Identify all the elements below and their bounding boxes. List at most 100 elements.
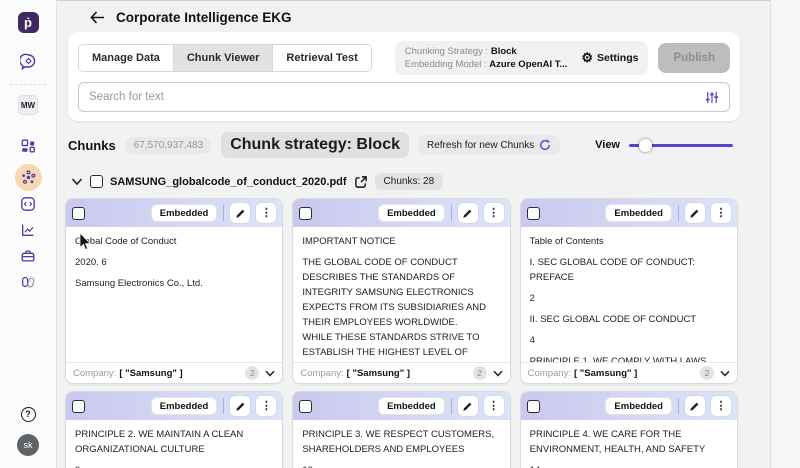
cards-grid: Embedded ⋮ Global Code of Conduct2020. 6…: [65, 198, 738, 468]
edit-chunk-button[interactable]: [230, 396, 250, 416]
pencil-icon: [689, 401, 700, 412]
toolbar-right-group: Chunking Strategy : Block Embedding Mode…: [395, 41, 730, 75]
help-button[interactable]: ?: [15, 401, 41, 427]
chunk-card: Embedded ⋮ PRINCIPLE 3. WE RESPECT CUSTO…: [292, 391, 510, 468]
embedding-model-value: Azure OpenAI T...: [489, 59, 567, 70]
chunk-facets-footer[interactable]: Company: [ "Samsung" ] 2: [293, 362, 509, 383]
edit-chunk-button[interactable]: [458, 396, 478, 416]
chunk-card: Embedded ⋮ PRINCIPLE 2. WE MAINTAIN A CL…: [65, 391, 283, 468]
chunk-text: Global Code of Conduct2020. 6Samsung Ele…: [66, 227, 282, 362]
embedded-badge: Embedded: [151, 397, 218, 415]
back-button[interactable]: [90, 11, 105, 24]
more-options-button[interactable]: ⋮: [256, 396, 276, 416]
chunks-count-pill: 67,570,937,483: [125, 137, 213, 154]
more-options-button[interactable]: ⋮: [711, 396, 731, 416]
chunk-card: Embedded ⋮ Table of ContentsI. SEC GLOBA…: [520, 198, 738, 384]
embedded-badge: Embedded: [378, 204, 445, 222]
chunk-facets-footer[interactable]: Company: [ "Samsung" ] 2: [521, 362, 737, 383]
toolbar-row: Manage DataChunk ViewerRetrieval Test Ch…: [78, 39, 730, 76]
more-options-button[interactable]: ⋮: [484, 203, 504, 223]
assistant-chat-icon[interactable]: [15, 48, 41, 74]
footer-expand-button[interactable]: [493, 370, 503, 377]
chunk-checkbox[interactable]: [527, 207, 540, 220]
chunking-strategy-line: Chunking Strategy : Block: [405, 45, 568, 58]
file-row: SAMSUNG_globalcode_of_conduct_2020.pdf C…: [71, 173, 740, 190]
file-checkbox[interactable]: [90, 175, 103, 188]
open-file-button[interactable]: [354, 175, 368, 189]
sidebar-item-code[interactable]: [15, 191, 41, 217]
facet-value: [ "Samsung" ]: [574, 368, 637, 379]
chunk-checkbox[interactable]: [299, 400, 312, 413]
file-collapse-button[interactable]: [71, 177, 83, 186]
chunk-text: PRINCIPLE 4. WE CARE FOR THE ENVIRONMENT…: [521, 420, 737, 468]
refresh-chunks-button[interactable]: Refresh for new Chunks: [418, 135, 560, 155]
view-slider[interactable]: [629, 139, 733, 152]
view-control: View: [595, 139, 733, 152]
edit-chunk-button[interactable]: [685, 203, 705, 223]
chunk-checkbox[interactable]: [527, 400, 540, 413]
sidebar-item-knowledge-graph-active[interactable]: [15, 164, 42, 191]
page-title: Corporate Intelligence EKG: [116, 10, 292, 25]
chunk-checkbox[interactable]: [299, 207, 312, 220]
publish-button[interactable]: Publish: [658, 43, 730, 73]
facet-value: [ "Samsung" ]: [347, 368, 410, 379]
chunk-card: Embedded ⋮ PRINCIPLE 4. WE CARE FOR THE …: [520, 391, 738, 468]
facet-label: Company:: [73, 368, 116, 379]
embedded-badge: Embedded: [605, 397, 672, 415]
view-slider-thumb[interactable]: [639, 139, 652, 152]
pencil-icon: [689, 208, 700, 219]
file-chunk-count-pill: Chunks: 28: [375, 173, 444, 190]
external-link-icon: [354, 175, 368, 189]
chevron-down-icon: [720, 370, 730, 377]
chunk-card-header: Embedded ⋮: [293, 199, 509, 227]
footer-expand-button[interactable]: [720, 370, 730, 377]
kebab-icon: ⋮: [488, 401, 499, 412]
pencil-icon: [235, 208, 246, 219]
search-filter-button[interactable]: [704, 90, 719, 105]
settings-button[interactable]: ⚙ Settings: [581, 51, 638, 64]
kebab-icon: ⋮: [488, 208, 499, 219]
sidebar-item-briefcase[interactable]: [15, 243, 41, 269]
more-options-button[interactable]: ⋮: [484, 396, 504, 416]
embedded-badge: Embedded: [378, 397, 445, 415]
chunking-strategy-value: Block: [491, 46, 517, 57]
sidebar-item-containers[interactable]: [15, 269, 41, 295]
main-content: Corporate Intelligence EKG Manage DataCh…: [57, 0, 770, 468]
header-separator: [223, 398, 224, 414]
chevron-down-icon: [265, 370, 275, 377]
embedded-badge: Embedded: [605, 204, 672, 222]
header-separator: [451, 205, 452, 221]
chunk-card-header: Embedded ⋮: [521, 199, 737, 227]
footer-expand-button[interactable]: [265, 370, 275, 377]
edit-chunk-button[interactable]: [685, 396, 705, 416]
more-options-button[interactable]: ⋮: [256, 203, 276, 223]
edit-chunk-button[interactable]: [230, 203, 250, 223]
back-arrow-icon: [90, 11, 105, 24]
user-avatar[interactable]: sk: [17, 434, 39, 456]
pencil-icon: [462, 401, 473, 412]
chunk-checkbox[interactable]: [72, 207, 85, 220]
facet-count: 2: [245, 366, 259, 380]
chunk-card: Embedded ⋮ IMPORTANT NOTICETHE GLOBAL CO…: [292, 198, 510, 384]
sidebar-item-analytics[interactable]: [15, 217, 41, 243]
code-icon: [20, 196, 36, 212]
app-logo[interactable]: ṗ: [18, 12, 39, 33]
tab-chunk-viewer[interactable]: Chunk Viewer: [174, 45, 274, 71]
facet-count: 2: [473, 366, 487, 380]
tab-retrieval-test[interactable]: Retrieval Test: [273, 45, 370, 71]
search-input[interactable]: [89, 91, 704, 103]
tab-manage-data[interactable]: Manage Data: [79, 45, 174, 71]
more-options-button[interactable]: ⋮: [711, 203, 731, 223]
workspace-avatar[interactable]: MW: [18, 95, 38, 115]
knowledge-graph-icon: [20, 169, 37, 186]
edit-chunk-button[interactable]: [458, 203, 478, 223]
chunk-facets-footer[interactable]: Company: [ "Samsung" ] 2: [66, 362, 282, 383]
settings-label: Settings: [597, 52, 638, 64]
page-header: Corporate Intelligence EKG: [57, 0, 770, 25]
kebab-icon: ⋮: [261, 401, 272, 412]
chunk-checkbox[interactable]: [72, 400, 85, 413]
facet-label: Company:: [528, 368, 571, 379]
scrollbar-gutter[interactable]: [770, 0, 800, 468]
blocks-icon: [20, 138, 36, 154]
sidebar-item-blocks[interactable]: [15, 133, 41, 159]
